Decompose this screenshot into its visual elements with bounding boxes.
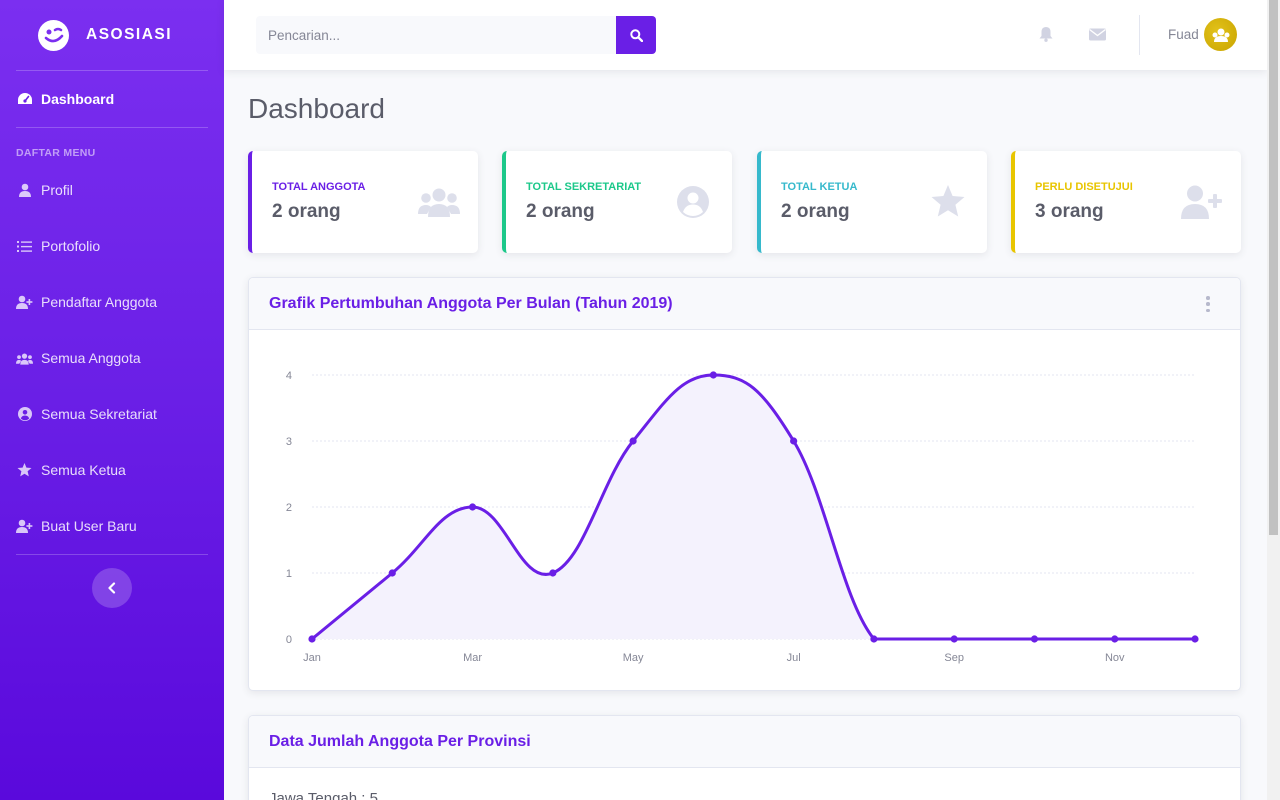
x-tick-label: Nov (1105, 652, 1125, 664)
brand[interactable]: ASOSIASI (0, 0, 224, 70)
sidebar-divider (16, 554, 208, 555)
sidebar-item-buat-user-baru[interactable]: Buat User Baru (0, 498, 224, 554)
scrollbar-thumb[interactable] (1269, 0, 1278, 535)
more-options-icon[interactable] (1204, 296, 1212, 312)
x-tick-label: Jan (303, 652, 321, 664)
chart-point (1191, 635, 1199, 643)
sidebar-item-semua-sekretariat[interactable]: Semua Sekretariat (0, 386, 224, 442)
topbar-divider (1139, 15, 1140, 55)
sidebar-heading: DAFTAR MENU (16, 147, 96, 159)
y-tick-label: 1 (286, 568, 292, 580)
stat-label: TOTAL SEKRETARIAT (526, 181, 642, 193)
avatar[interactable] (1204, 18, 1237, 51)
chart-point (790, 437, 798, 445)
user-icon (16, 182, 33, 199)
chart-point (950, 635, 958, 643)
stat-label: TOTAL KETUA (781, 181, 858, 193)
chart-point (1111, 635, 1119, 643)
sidebar-item-semua-anggota[interactable]: Semua Anggota (0, 330, 224, 386)
sidebar-item-label: Semua Anggota (41, 350, 141, 366)
province-panel-header: Data Jumlah Anggota Per Provinsi (249, 716, 1240, 768)
chart-point (388, 569, 396, 577)
tachometer-icon (16, 91, 33, 108)
sidebar-item-label: Dashboard (41, 91, 115, 107)
chart-area: 0 1 2 3 4 Jan Mar May Jul Sep Nov (249, 330, 1240, 690)
stat-card-total-anggota: TOTAL ANGGOTA 2 orang (248, 151, 478, 253)
chevron-left-icon (108, 582, 116, 594)
y-tick-label: 4 (286, 370, 292, 382)
users-icon (16, 350, 33, 367)
province-name: Jawa Tengah (269, 790, 358, 800)
chart-point (549, 569, 557, 577)
sidebar-item-label: Profil (41, 182, 73, 198)
user-plus-icon (1181, 184, 1223, 220)
stat-value: 3 orang (1035, 201, 1104, 222)
x-tick-label: Mar (463, 652, 482, 664)
user-circle-icon (16, 406, 33, 423)
star-icon (927, 184, 969, 220)
line-chart: 0 1 2 3 4 Jan Mar May Jul Sep Nov (286, 370, 1199, 664)
province-panel-title: Data Jumlah Anggota Per Provinsi (269, 732, 531, 750)
x-tick-label: Jul (787, 652, 801, 664)
stat-label: PERLU DISETUJUI (1035, 181, 1133, 193)
bell-icon (1039, 27, 1053, 42)
search-icon (629, 28, 643, 42)
search-button[interactable] (616, 16, 656, 54)
province-panel: Data Jumlah Anggota Per Provinsi Jawa Te… (248, 715, 1241, 800)
sidebar-item-profil[interactable]: Profil (0, 162, 224, 218)
users-icon (418, 184, 460, 220)
brand-name: ASOSIASI (86, 26, 173, 43)
stat-value: 2 orang (272, 201, 341, 222)
user-plus-icon (16, 518, 33, 535)
chart-point (308, 635, 316, 643)
sidebar-item-label: Buat User Baru (41, 518, 137, 534)
sidebar-item-label: Semua Sekretariat (41, 406, 157, 422)
chart-panel-header: Grafik Pertumbuhan Anggota Per Bulan (Ta… (249, 278, 1240, 330)
sidebar-item-label: Portofolio (41, 238, 101, 254)
x-tick-label: Sep (944, 652, 964, 664)
stat-card-total-ketua: TOTAL KETUA 2 orang (757, 151, 987, 253)
chart-point (709, 371, 717, 379)
page-scrollbar[interactable] (1267, 0, 1280, 800)
sidebar-item-portofolio[interactable]: Portofolio (0, 218, 224, 274)
list-icon (16, 238, 33, 255)
users-icon (1212, 28, 1229, 42)
chart-panel: Grafik Pertumbuhan Anggota Per Bulan (Ta… (248, 277, 1241, 691)
chart-title: Grafik Pertumbuhan Anggota Per Bulan (Ta… (269, 294, 673, 312)
y-tick-label: 2 (286, 502, 292, 514)
sidebar-item-label: Semua Ketua (41, 462, 126, 478)
envelope-icon (1088, 28, 1106, 40)
stat-card-perlu-disetujui: PERLU DISETUJUI 3 orang (1011, 151, 1241, 253)
y-tick-label: 0 (286, 634, 292, 646)
user-circle-icon (672, 184, 714, 220)
sidebar-item-label: Pendaftar Anggota (41, 294, 157, 310)
sidebar-item-pendaftar-anggota[interactable]: Pendaftar Anggota (0, 274, 224, 330)
page-title: Dashboard (248, 93, 385, 124)
province-count: : 5 (361, 790, 378, 800)
x-tick-label: May (623, 652, 644, 664)
stat-value: 2 orang (526, 201, 595, 222)
sidebar: ASOSIASI Dashboard DAFTAR MENU Profil Po… (0, 0, 224, 800)
chart-point (870, 635, 878, 643)
search-bar (256, 16, 656, 54)
chart-point (1030, 635, 1039, 643)
user-plus-icon (16, 294, 33, 311)
messages-button[interactable] (1088, 25, 1106, 43)
user-name[interactable]: Fuad (1168, 27, 1199, 42)
stat-card-total-sekretariat: TOTAL SEKRETARIAT 2 orang (502, 151, 732, 253)
sidebar-item-dashboard[interactable]: Dashboard (0, 71, 224, 127)
sidebar-item-semua-ketua[interactable]: Semua Ketua (0, 442, 224, 498)
sidebar-toggle-button[interactable] (92, 568, 132, 608)
chart-point (468, 503, 477, 511)
province-row: Jawa Tengah : 5 (269, 790, 378, 800)
notifications-button[interactable] (1037, 25, 1055, 43)
topbar: Fuad (224, 0, 1267, 70)
y-tick-label: 3 (286, 436, 292, 448)
brand-logo-icon (38, 19, 69, 51)
stat-value: 2 orang (781, 201, 850, 222)
chart-point (629, 437, 637, 445)
star-icon (16, 462, 33, 479)
search-input[interactable] (256, 16, 616, 54)
stat-label: TOTAL ANGGOTA (272, 181, 366, 193)
